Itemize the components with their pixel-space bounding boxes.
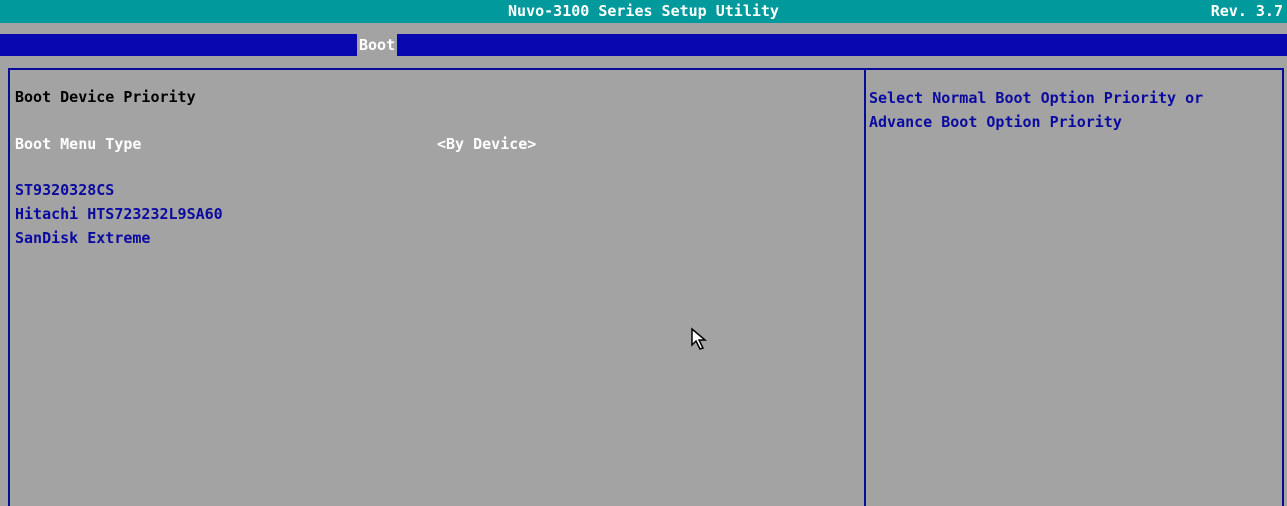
setup-utility-title: Nuvo-3100 Series Setup Utility — [508, 2, 779, 20]
help-text: Select Normal Boot Option Priority or Ad… — [869, 89, 1204, 131]
boot-menu-type-label[interactable]: Boot Menu Type — [15, 135, 141, 153]
boot-device-item[interactable]: Hitachi HTS723232L9SA60 — [15, 205, 223, 223]
boot-device-item[interactable]: ST9320328CS — [15, 181, 114, 199]
boot-menu-type-value[interactable]: <By Device> — [437, 135, 536, 153]
title-bar: Nuvo-3100 Series Setup Utility Rev. 3.7 — [0, 0, 1287, 23]
help-panel: Select Normal Boot Option Priority or Ad… — [864, 68, 1284, 506]
revision-label: Rev. 3.7 — [1210, 2, 1283, 20]
mouse-pointer-icon — [691, 327, 708, 350]
boot-options-panel: Boot Device Priority Boot Menu Type <By … — [8, 68, 866, 506]
tab-boot[interactable]: Boot — [357, 34, 398, 56]
boot-device-item[interactable]: SanDisk Extreme — [15, 229, 150, 247]
boot-device-priority-title: Boot Device Priority — [15, 88, 196, 106]
menu-bar: Boot — [0, 34, 1287, 56]
bios-screen: Nuvo-3100 Series Setup Utility Rev. 3.7 … — [0, 0, 1287, 506]
